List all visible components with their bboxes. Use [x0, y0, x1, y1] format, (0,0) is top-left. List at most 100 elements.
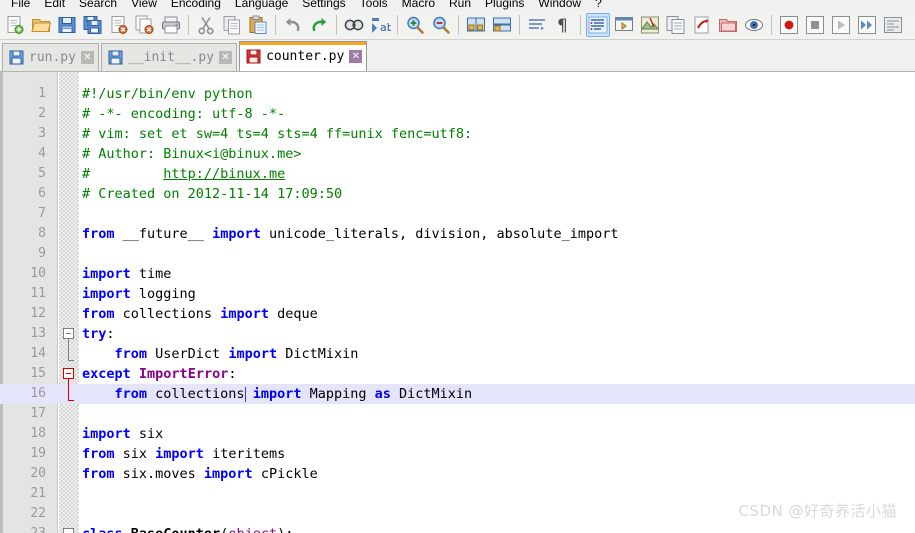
save-macro-icon[interactable]: [881, 13, 905, 37]
menu-item-edit[interactable]: Edit: [37, 0, 72, 11]
menu-item-encoding[interactable]: Encoding: [164, 0, 228, 11]
close-file-icon[interactable]: [107, 13, 131, 37]
menu-item-file[interactable]: File: [4, 0, 37, 11]
menu-item-[interactable]: ?: [588, 0, 609, 11]
code-text[interactable]: import time: [82, 264, 171, 284]
code-text[interactable]: # vim: set et sw=4 ts=4 sts=4 ff=unix fe…: [82, 124, 472, 144]
sync-vertical-icon[interactable]: [464, 13, 488, 37]
monitoring-icon[interactable]: [742, 13, 766, 37]
tab-bar: run.py ✕ __init__.py ✕ counter.py ✕: [0, 40, 915, 72]
redo-icon[interactable]: [307, 13, 331, 37]
code-text[interactable]: # Author: Binux<i@binux.me>: [82, 144, 301, 164]
editor-area[interactable]: 1 #!/usr/bin/env python 2 # -*- encoding: u…: [0, 72, 915, 533]
code-text[interactable]: from six.moves import cPickle: [82, 464, 318, 484]
line-number: 1: [38, 86, 46, 101]
menu-item-macro[interactable]: Macro: [395, 0, 442, 11]
code-text[interactable]: from UserDict import DictMixin: [82, 344, 359, 364]
code-line[interactable]: 1 #!/usr/bin/env python: [0, 84, 915, 104]
close-all-icon[interactable]: [133, 13, 157, 37]
code-text[interactable]: try:: [82, 324, 115, 344]
code-line[interactable]: 13 try:: [0, 324, 915, 344]
menu-item-settings[interactable]: Settings: [295, 0, 352, 11]
code-text[interactable]: from six import iteritems: [82, 444, 285, 464]
code-text[interactable]: class BaseCounter(object):: [82, 524, 293, 533]
tab-counter-py[interactable]: counter.py ✕: [239, 41, 368, 71]
code-line[interactable]: 16 from collections import Mapping as Di…: [0, 384, 915, 404]
menu-item-tools[interactable]: Tools: [353, 0, 395, 11]
code-line[interactable]: 10 import time: [0, 264, 915, 284]
code-line[interactable]: 15 except ImportError:: [0, 364, 915, 384]
token-kw: import: [252, 386, 302, 402]
code-line[interactable]: 9: [0, 244, 915, 264]
code-text[interactable]: from collections import Mapping as DictM…: [82, 384, 473, 404]
code-line[interactable]: 17: [0, 404, 915, 424]
code-text[interactable]: from collections import deque: [82, 304, 318, 324]
menu-item-run[interactable]: Run: [442, 0, 478, 11]
tab-close-icon[interactable]: ✕: [80, 51, 94, 64]
fold-marker-expanded[interactable]: [63, 328, 74, 339]
copy-icon[interactable]: [220, 13, 244, 37]
code-text[interactable]: import six: [82, 424, 163, 444]
user-defined-dialog-icon[interactable]: [612, 13, 636, 37]
tab-run-py[interactable]: run.py ✕: [2, 43, 99, 71]
indent-guide-icon[interactable]: [586, 13, 610, 37]
fold-marker-expanded[interactable]: [63, 528, 74, 533]
code-line[interactable]: 7: [0, 204, 915, 224]
document-map-icon[interactable]: [638, 13, 662, 37]
record-macro-icon[interactable]: [777, 13, 801, 37]
save-icon[interactable]: [55, 13, 79, 37]
play-macro-icon[interactable]: [829, 13, 853, 37]
code-text[interactable]: import logging: [82, 284, 196, 304]
tab-close-icon[interactable]: ✕: [349, 50, 363, 63]
menu-item-language[interactable]: Language: [228, 0, 295, 11]
code-text[interactable]: # http://binux.me: [82, 164, 285, 184]
word-wrap-icon[interactable]: [525, 13, 549, 37]
paste-icon[interactable]: [246, 13, 270, 37]
code-line[interactable]: 4 # Author: Binux<i@binux.me>: [0, 144, 915, 164]
fold-marker-expanded[interactable]: [63, 368, 74, 379]
tab-close-icon[interactable]: ✕: [219, 51, 233, 64]
run-macro-multiple-icon[interactable]: [855, 13, 879, 37]
save-all-icon[interactable]: [81, 13, 105, 37]
menu-item-window[interactable]: Window: [531, 0, 588, 11]
code-line[interactable]: 19 from six import iteritems: [0, 444, 915, 464]
code-line[interactable]: 3 # vim: set et sw=4 ts=4 sts=4 ff=unix f…: [0, 124, 915, 144]
tab-init-py[interactable]: __init__.py ✕: [100, 43, 238, 71]
code-line[interactable]: 12 from collections import deque: [0, 304, 915, 324]
cut-icon[interactable]: [194, 13, 218, 37]
menu-item-plugins[interactable]: Plugins: [478, 0, 531, 11]
code-line[interactable]: 2 # -*- encoding: utf-8 -*-: [0, 104, 915, 124]
function-list-icon[interactable]: [664, 13, 688, 37]
zoom-out-icon[interactable]: [429, 13, 453, 37]
sync-horizontal-icon[interactable]: [490, 13, 514, 37]
code-line[interactable]: 11 import logging: [0, 284, 915, 304]
code-line[interactable]: 6 # Created on 2012-11-14 17:09:50: [0, 184, 915, 204]
code-line[interactable]: 18 import six: [0, 424, 915, 444]
zoom-in-icon[interactable]: [403, 13, 427, 37]
code-text[interactable]: from __future__ import unicode_literals,…: [82, 224, 618, 244]
code-text[interactable]: # Created on 2012-11-14 17:09:50: [82, 184, 342, 204]
code-line[interactable]: 8 from __future__ import unicode_literals…: [0, 224, 915, 244]
find-icon[interactable]: [342, 13, 366, 37]
code-line[interactable]: 23 class BaseCounter(object):: [0, 524, 915, 533]
code-line[interactable]: 5 # http://binux.me: [0, 164, 915, 184]
code-line[interactable]: 14 from UserDict import DictMixin: [0, 344, 915, 364]
document-switcher-icon[interactable]: [690, 13, 714, 37]
code-text[interactable]: # -*- encoding: utf-8 -*-: [82, 104, 285, 124]
code-view[interactable]: 1 #!/usr/bin/env python 2 # -*- encoding: u…: [0, 72, 915, 533]
menu-item-view[interactable]: View: [124, 0, 164, 11]
code-line[interactable]: 20 from six.moves import cPickle: [0, 464, 915, 484]
menu-item-search[interactable]: Search: [72, 0, 124, 11]
stop-macro-icon[interactable]: [803, 13, 827, 37]
show-all-chars-icon[interactable]: ¶: [551, 13, 575, 37]
toolbar-separator: [275, 15, 276, 35]
replace-icon[interactable]: ab: [368, 13, 392, 37]
print-icon[interactable]: [159, 13, 183, 37]
folder-workspace-icon[interactable]: [716, 13, 740, 37]
new-file-icon[interactable]: [3, 13, 27, 37]
undo-icon[interactable]: [281, 13, 305, 37]
code-text[interactable]: except ImportError:: [82, 364, 236, 384]
open-file-icon[interactable]: [29, 13, 53, 37]
code-text[interactable]: #!/usr/bin/env python: [82, 84, 253, 104]
fold-connector-line: [68, 339, 69, 360]
